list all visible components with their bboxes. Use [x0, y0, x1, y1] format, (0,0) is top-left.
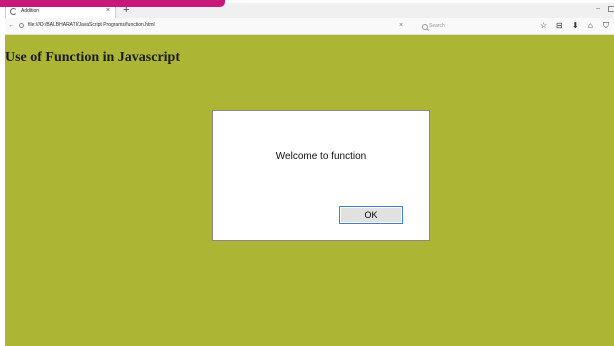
page-heading: Use of Function in Javascript	[5, 50, 180, 65]
page-content: Use of Function in Javascript Welcome to…	[5, 35, 614, 346]
loading-icon	[10, 7, 17, 15]
alert-message: Welcome to function	[275, 151, 367, 162]
library-icon[interactable]: ⊟	[556, 21, 563, 30]
bookmark-star-icon[interactable]: ☆	[540, 21, 547, 30]
minimize-icon[interactable]: –	[596, 5, 600, 12]
search-icon	[422, 24, 428, 30]
shield-icon[interactable]: ⛉	[603, 21, 609, 31]
clear-url-icon[interactable]: ×	[399, 22, 403, 29]
ok-button[interactable]: OK	[339, 206, 403, 224]
address-bar[interactable]: file:///D:/BALBHARATI/JavaScript Program…	[28, 22, 155, 28]
back-arrow-icon[interactable]: ←	[8, 22, 15, 29]
info-icon[interactable]	[19, 23, 24, 28]
browser-window: Addition × + – ← file:///D:/BALBHARATI/J…	[0, 0, 614, 346]
home-icon[interactable]: ⌂	[588, 21, 593, 30]
decorative-banner	[0, 0, 225, 7]
tab-title: Addition	[21, 8, 40, 14]
search-input[interactable]: Search	[429, 23, 445, 29]
tab-close-icon[interactable]: ×	[106, 7, 110, 15]
navigation-bar: ← file:///D:/BALBHARATI/JavaScript Progr…	[5, 18, 614, 35]
download-icon[interactable]: ⬇	[572, 21, 579, 30]
alert-dialog: Welcome to function OK	[212, 110, 430, 241]
restore-icon[interactable]	[608, 6, 614, 12]
